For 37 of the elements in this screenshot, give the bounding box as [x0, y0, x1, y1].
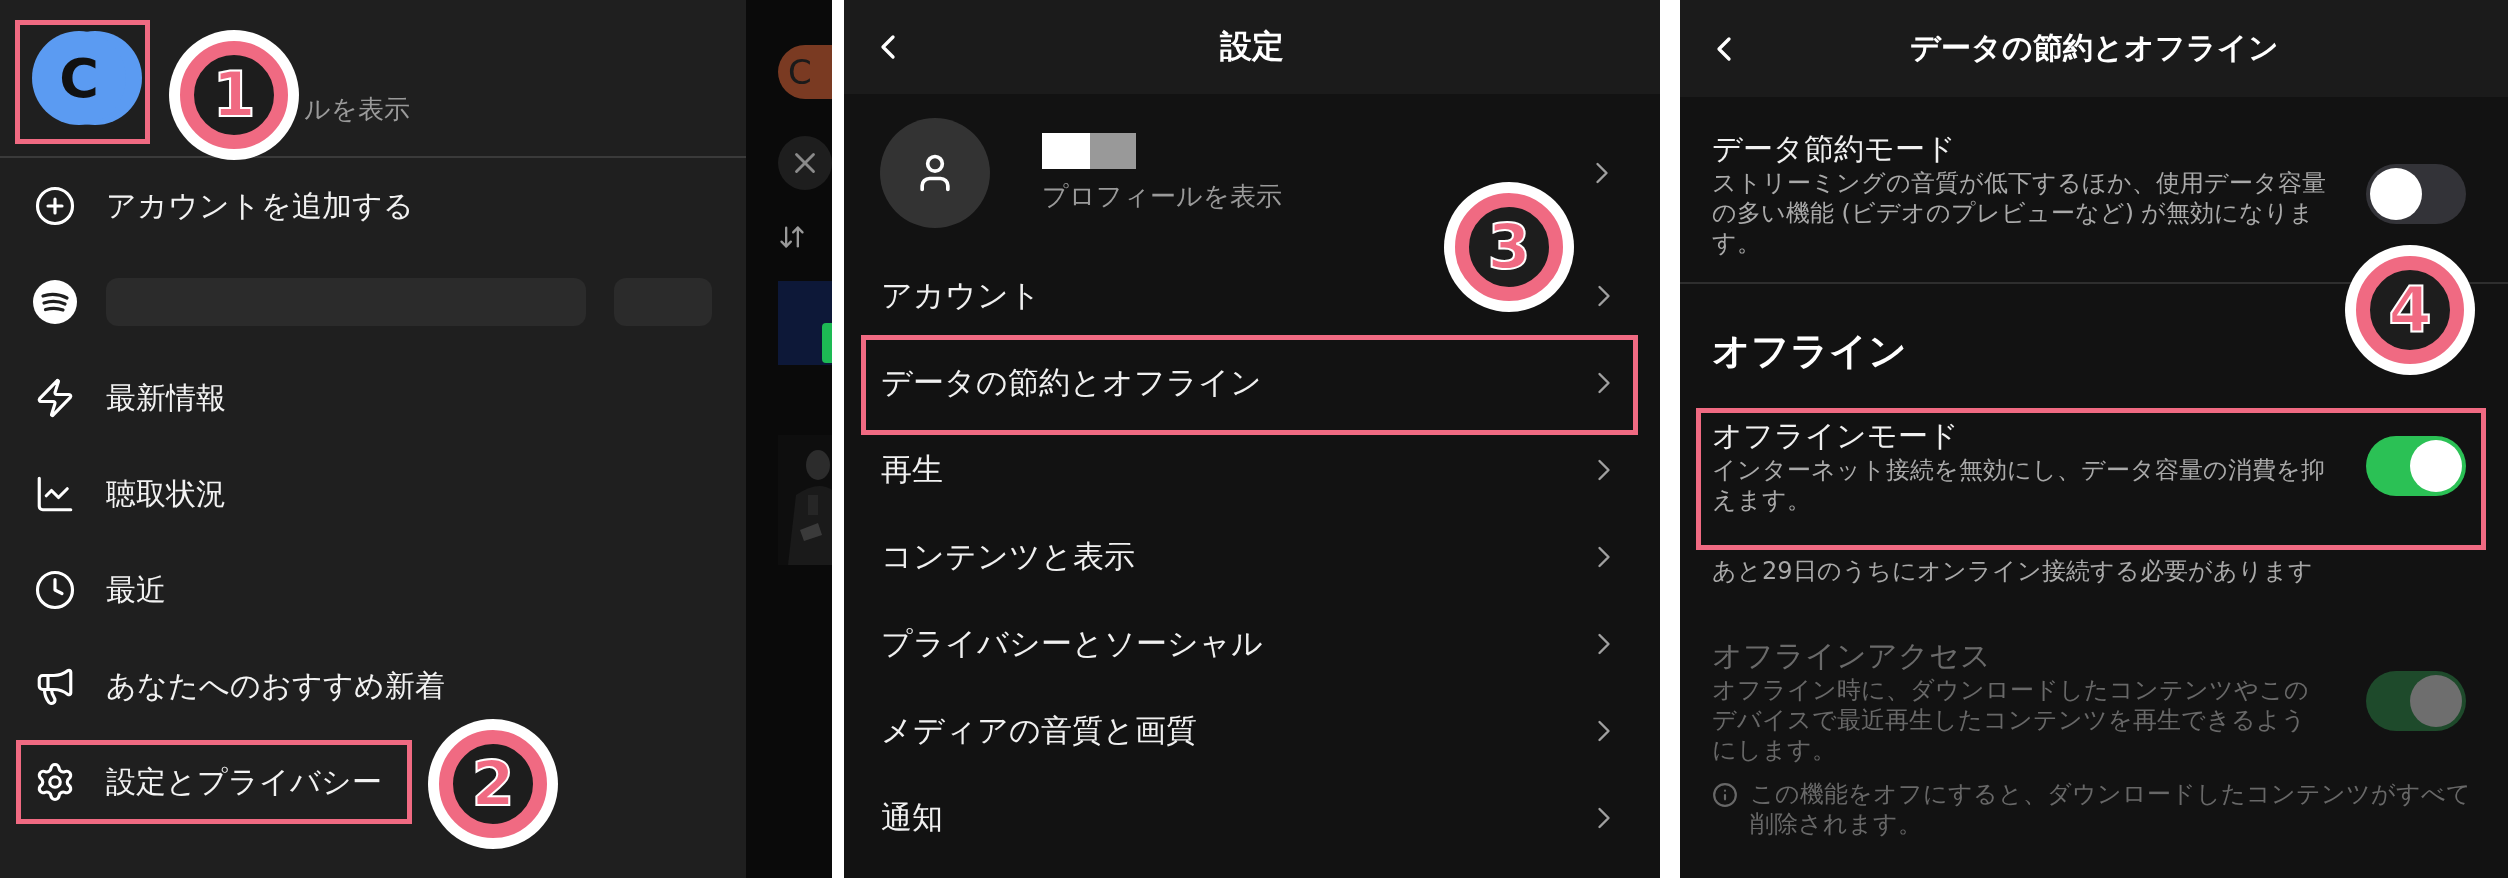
toggle-switch[interactable] [2366, 436, 2466, 496]
menu-item[interactable]: 最近 [106, 569, 166, 611]
screen-title: データの節約とオフライン [1909, 29, 2279, 67]
step-badge: 4 [2345, 245, 2475, 375]
setting-title: データ節約モード [1712, 130, 1957, 168]
clock-icon [34, 569, 76, 611]
info-icon [1712, 782, 1738, 808]
setting-description: オフライン時に、ダウンロードしたコンテンツやこのデバイスで最近再生したコンテンツを再生できるようにします。 [1712, 675, 2310, 765]
menu-item[interactable]: アカウントを追加する [106, 185, 414, 227]
settings-item[interactable]: 再生 [881, 448, 943, 491]
settings-item[interactable]: プライバシーとソーシャル [881, 622, 1263, 665]
settings-item[interactable]: コンテンツと表示 [881, 535, 1135, 578]
music-logo-icon [33, 280, 77, 324]
close-button[interactable] [778, 136, 832, 190]
setting-title: オフラインモード [1712, 417, 1960, 455]
step-badge: 2 [428, 719, 558, 849]
playlist-tile[interactable] [778, 281, 832, 365]
section-heading: オフライン [1712, 328, 1908, 375]
setting-description: インターネット接続を無効にし、データ容量の消費を抑えます。 [1712, 455, 2326, 515]
screen-title: 設定 [1220, 26, 1284, 67]
settings-item[interactable]: データの節約とオフライン [881, 361, 1262, 404]
setting-title: オフラインアクセス [1712, 637, 1992, 675]
menu-item[interactable]: 設定とプライバシー [106, 761, 382, 803]
menu-item[interactable]: 聴取状況 [106, 473, 226, 515]
profile-link[interactable]: ルを表示 [304, 92, 410, 127]
setting-description: ストリーミングの音質が低下するほか、使用データ容量の多い機能 (ビデオのプレビューなど) が無効になります。 [1712, 168, 2326, 258]
notice-text: あと29日のうちにオンライン接続する必要があります [1712, 556, 2314, 587]
step-badge: 1 [169, 30, 299, 160]
settings-item[interactable]: アカウント [881, 274, 1041, 317]
settings-item[interactable]: メディアの音質と画質 [881, 709, 1197, 752]
settings-item[interactable]: 通知 [881, 796, 943, 839]
add-icon [34, 185, 76, 227]
step-badge: 3 [1444, 182, 1574, 312]
info-note: この機能をオフにすると、ダウンロードしたコンテンツがすべて削除されます。 [1750, 779, 2472, 839]
toggle-switch[interactable] [2366, 164, 2466, 224]
menu-item[interactable]: あなたへのおすすめ新着 [106, 665, 445, 707]
menu-item[interactable]: 最新情報 [106, 377, 226, 419]
